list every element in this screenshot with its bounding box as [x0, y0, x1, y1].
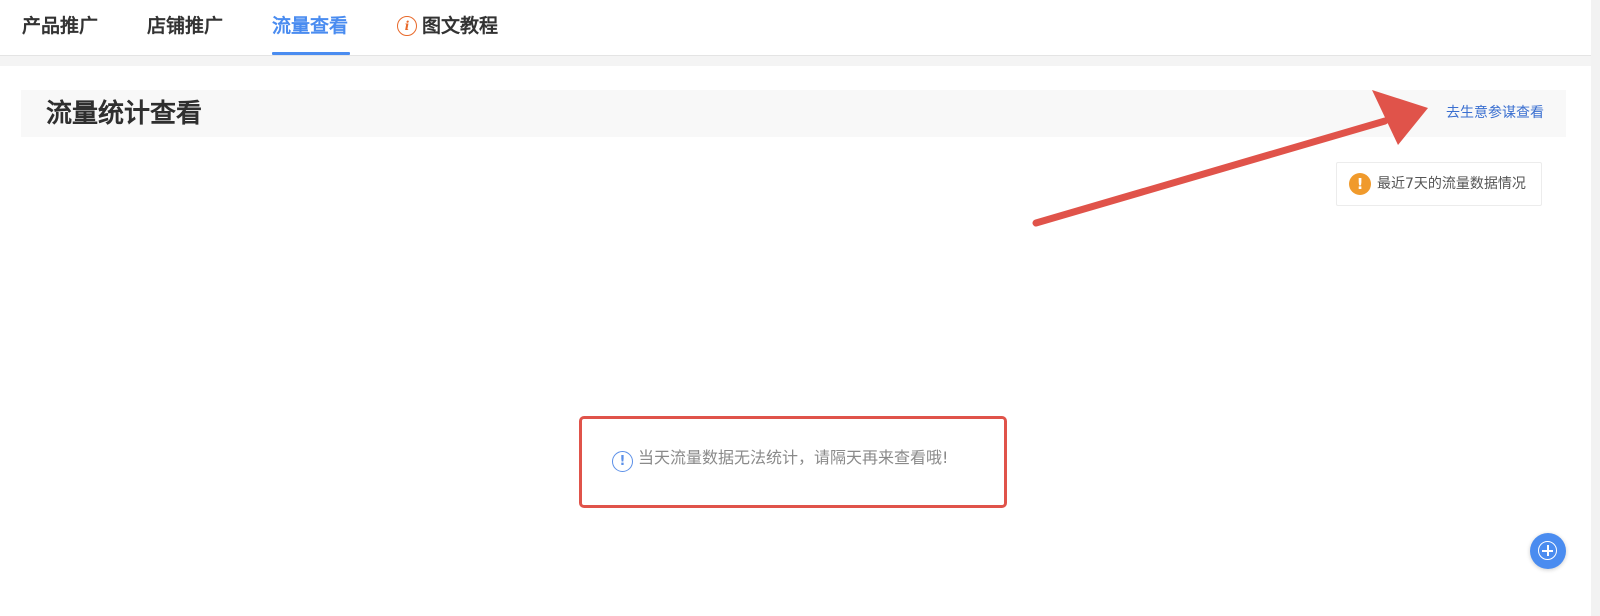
warning-icon: ! — [1349, 173, 1371, 195]
page: 产品推广 店铺推广 流量查看 i 图文教程 流量统计查看 去生意参谋查看 ! 最近… — [0, 0, 1600, 616]
tab-traffic-view[interactable]: 流量查看 — [272, 13, 350, 55]
section-divider — [0, 56, 1591, 66]
page-title: 流量统计查看 — [46, 99, 203, 129]
section-header: 流量统计查看 去生意参谋查看 — [21, 90, 1566, 137]
scrollbar-track[interactable] — [1591, 0, 1600, 616]
plus-circle-icon — [1538, 541, 1557, 560]
tab-label: 店铺推广 — [147, 15, 224, 37]
tab-bar: 产品推广 店铺推广 流量查看 i 图文教程 — [0, 0, 1591, 56]
info-icon: i — [397, 16, 417, 36]
annotation-highlight-box — [579, 416, 1007, 508]
tab-label: 产品推广 — [22, 15, 99, 37]
active-tab-indicator — [272, 52, 350, 55]
tab-label: 图文教程 — [422, 15, 499, 37]
tab-tutorial[interactable]: i 图文教程 — [397, 13, 498, 55]
legend-text: 最近7天的流量数据情况 — [1377, 176, 1526, 192]
business-advisor-link[interactable]: 去生意参谋查看 — [1446, 104, 1544, 122]
tab-store-promotion[interactable]: 店铺推广 — [147, 13, 223, 55]
tab-label: 流量查看 — [272, 15, 349, 37]
traffic-legend: ! 最近7天的流量数据情况 — [1336, 162, 1542, 206]
floating-add-button[interactable] — [1530, 533, 1566, 569]
tab-product-promotion[interactable]: 产品推广 — [22, 13, 98, 55]
